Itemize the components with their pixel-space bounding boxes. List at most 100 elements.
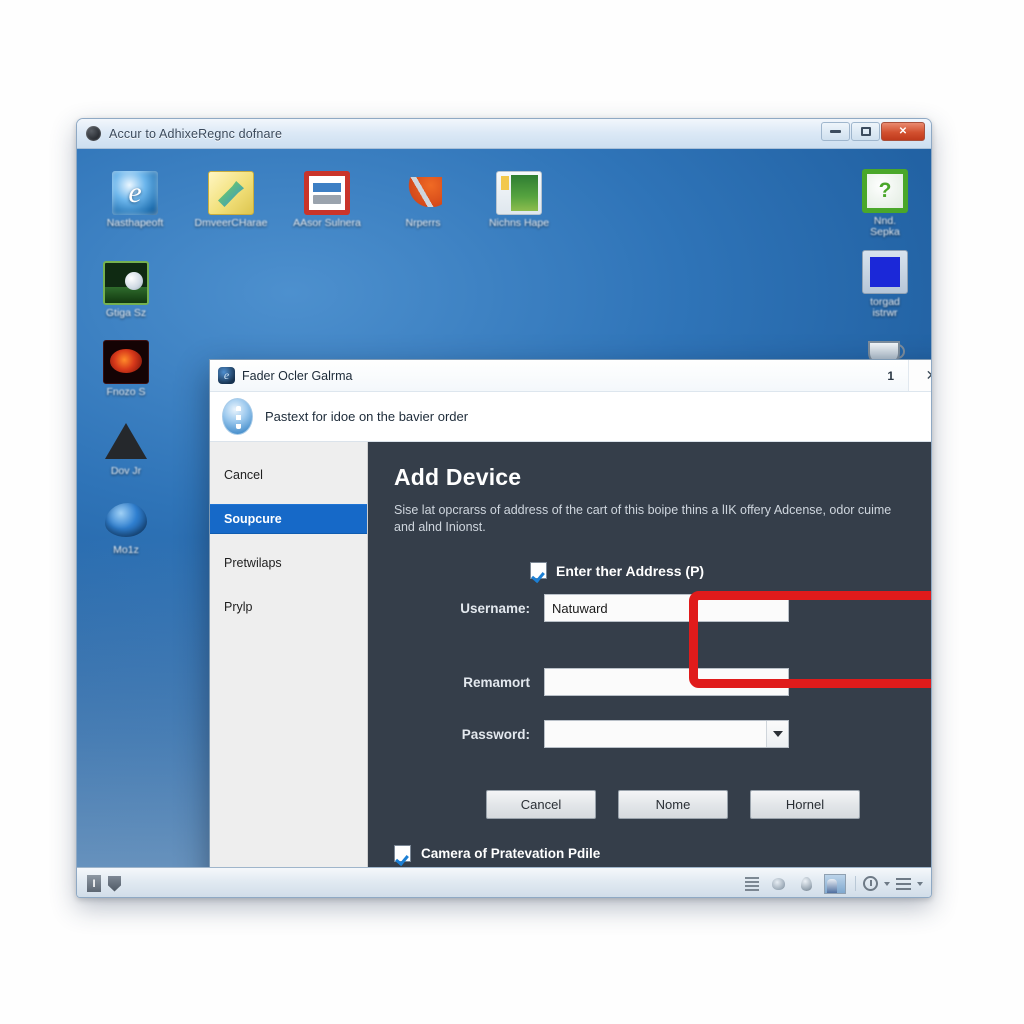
droplet-icon[interactable]	[797, 875, 815, 893]
desktop-icon[interactable]: Dov Jr	[87, 419, 165, 477]
tool-icon	[400, 171, 446, 215]
password-field-row: Password:	[434, 720, 926, 748]
username-field-row: Username: Natuward	[434, 594, 926, 622]
paint-icon	[496, 171, 542, 215]
secondary-input-spacer	[544, 631, 789, 659]
desktop-icon[interactable]: AAsor Sulnera	[279, 171, 375, 229]
clock-icon[interactable]	[863, 876, 878, 891]
wizard-app-icon	[218, 367, 235, 384]
chevron-down-icon[interactable]	[766, 721, 788, 747]
camera-checkbox-row[interactable]: Camera of Pratevation Pdile	[394, 845, 926, 862]
sidebar-item-label: Soupcure	[224, 512, 282, 526]
tray-clock-group	[855, 876, 923, 891]
dialog-titlebar: Fader Ocler Galrma 1 ✕	[210, 360, 931, 392]
app-circle-icon	[86, 126, 101, 141]
window-list-icon[interactable]: I	[87, 875, 101, 892]
panel-cancel-button[interactable]: Cancel	[486, 790, 596, 819]
add-device-wizard-dialog: Fader Ocler Galrma 1 ✕ Pastext for idoe …	[209, 359, 931, 867]
sidebar-item-soupcure[interactable]: Soupcure	[210, 504, 367, 534]
warning-triangle-icon	[103, 419, 149, 463]
remamort-label: Remamort	[463, 674, 530, 690]
desktop-icon-label: Nichns Hape	[488, 217, 550, 229]
dialog-body: Cancel Soupcure Pretwilaps Prylp Add Dev…	[210, 442, 931, 867]
address-checkbox-row[interactable]: Enter ther Address (P)	[434, 562, 926, 579]
flag-icon[interactable]	[108, 876, 121, 892]
photo-golf-icon	[103, 261, 149, 305]
panel-hornel-button[interactable]: Hornel	[750, 790, 860, 819]
panel-nome-button[interactable]: Nome	[618, 790, 728, 819]
dialog-close-button[interactable]: ✕	[908, 360, 931, 391]
desktop-icon[interactable]: Nasthapeoft	[87, 171, 183, 229]
desktop-icon-column-left: Gtiga Sz Fnozo S Dov Jr Mo1z	[87, 261, 165, 577]
sidebar-item-label: Pretwilaps	[224, 556, 282, 570]
secondary-field-row	[434, 631, 926, 659]
lines-icon[interactable]	[743, 875, 761, 893]
menu-icon[interactable]	[896, 877, 911, 890]
network-icon[interactable]	[770, 875, 788, 893]
remamort-input[interactable]	[544, 668, 789, 696]
desktop-icon-label: DmveerCHarae	[194, 217, 268, 229]
sidebar-item-label: Cancel	[224, 468, 263, 482]
dialog-titlebar-controls: 1 ✕	[873, 360, 931, 391]
step-number: 1	[887, 368, 894, 383]
remamort-field-row: Remamort	[434, 668, 926, 696]
desktop-icon[interactable]: DmveerCHarae	[183, 171, 279, 229]
sidebar-item-cancel[interactable]: Cancel	[210, 460, 367, 490]
screenshot-root: Accur to AdhixeRegnc dofnare ✕ Nasthapeo…	[0, 0, 1024, 1024]
desktop-icon-label: Fnozo S	[106, 386, 146, 398]
sidebar-item-pretwilaps[interactable]: Pretwilaps	[210, 548, 367, 578]
dialog-title: Fader Ocler Galrma	[242, 368, 353, 383]
minimize-icon	[830, 130, 841, 133]
maximize-icon	[860, 127, 871, 136]
password-label: Password:	[461, 726, 530, 742]
desktop-icon[interactable]: Fnozo S	[87, 340, 165, 398]
password-combobox[interactable]	[544, 720, 789, 748]
chevron-down-icon[interactable]	[917, 881, 923, 886]
taskbar: I	[77, 867, 931, 897]
desktop-icon[interactable]: Mo1z	[87, 498, 165, 556]
desktop-icon-label: Nasthapeoft	[106, 217, 164, 229]
desktop-icon-label: Gtiga Sz	[105, 307, 147, 319]
blue-file-icon	[862, 250, 908, 294]
maximize-button[interactable]	[851, 122, 880, 141]
address-checkbox-label: Enter ther Address (P)	[556, 562, 705, 579]
desktop-icon[interactable]: Nrperrs	[375, 171, 471, 229]
desktop-icon-label: Nnd. Sepka	[870, 215, 900, 238]
window-titlebar: Accur to AdhixeRegnc dofnare ✕	[77, 119, 931, 149]
dialog-subheader: Pastext for idoe on the bavier order	[210, 392, 931, 442]
taskbar-left-items: I	[81, 875, 121, 892]
sidebar-item-prylp[interactable]: Prylp	[210, 592, 367, 622]
minimize-button[interactable]	[821, 122, 850, 141]
desktop-icon-label: AAsor Sulnera	[293, 217, 361, 229]
desktop-icon[interactable]: Gtiga Sz	[87, 261, 165, 319]
close-button[interactable]: ✕	[881, 122, 925, 141]
no-entry-icon	[304, 171, 350, 215]
sidebar-item-label: Prylp	[224, 600, 253, 614]
desktop-icon-label: Nrperrs	[405, 217, 441, 229]
desktop-icon[interactable]: Nichns Hape	[471, 171, 567, 229]
desktop-icon[interactable]: torgad istrwr	[843, 250, 927, 319]
desktop-icon-label: torgad istrwr	[870, 296, 900, 319]
username-input[interactable]: Natuward	[544, 594, 789, 622]
info-icon	[222, 398, 253, 435]
blue-blob-icon	[103, 498, 149, 542]
checkbox-checked-icon[interactable]	[394, 845, 411, 862]
page-description: Sise lat opcrarss of address of the cart…	[394, 503, 892, 534]
chevron-down-icon[interactable]	[884, 881, 890, 886]
window-title: Accur to AdhixeRegnc dofnare	[109, 126, 283, 141]
desktop-area: Nasthapeoft DmveerCHarae AAsor Sulnera N…	[77, 149, 931, 867]
panel-button-row: Cancel Nome Hornel	[394, 790, 926, 819]
photo-eye-icon	[103, 340, 149, 384]
desktop-icon-label: Dov Jr	[110, 465, 142, 477]
thumbnail-preview-icon[interactable]	[824, 873, 846, 894]
internet-explorer-icon	[112, 171, 158, 215]
taskbar-tray	[743, 873, 927, 894]
device-form: Enter ther Address (P) Username: Natuwar…	[394, 562, 926, 748]
desktop-icon[interactable]: Nnd. Sepka	[843, 169, 927, 238]
username-label: Username:	[460, 600, 530, 616]
desktop-icon-row-top: Nasthapeoft DmveerCHarae AAsor Sulnera N…	[87, 171, 567, 229]
checkbox-checked-icon[interactable]	[530, 562, 547, 579]
page-title: Add Device	[394, 464, 522, 490]
green-ring-icon	[862, 169, 908, 213]
yellow-shortcut-icon	[208, 171, 254, 215]
